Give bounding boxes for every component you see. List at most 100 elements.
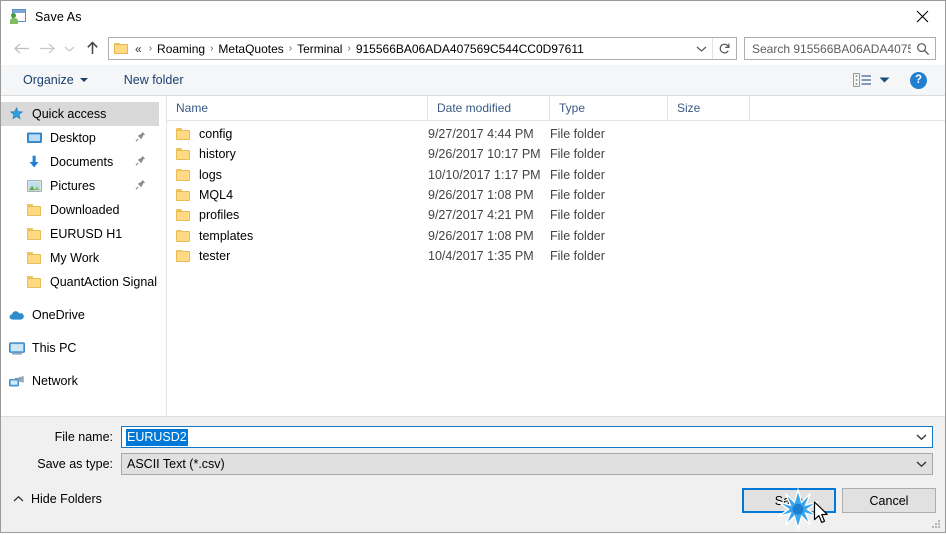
this-pc-icon — [9, 341, 27, 355]
table-row[interactable]: logs 10/10/2017 1:17 PM File folder — [167, 165, 945, 185]
sidebar-item-label: OneDrive — [32, 308, 85, 322]
close-icon[interactable] — [899, 1, 945, 31]
folder-icon — [176, 249, 191, 262]
sidebar-item-desktop[interactable]: Desktop — [1, 126, 166, 150]
folder-icon — [176, 209, 191, 222]
file-date: 9/26/2017 10:17 PM — [428, 147, 541, 162]
filetype-chevron-down-icon[interactable] — [910, 460, 932, 468]
sidebar-item-eurusd-h1[interactable]: EURUSD H1 — [1, 222, 166, 246]
file-date: 9/26/2017 1:08 PM — [428, 228, 534, 243]
filetype-select[interactable]: ASCII Text (*.csv) — [121, 453, 933, 475]
file-type: File folder — [550, 248, 605, 263]
hide-folders-button[interactable]: Hide Folders — [13, 492, 102, 506]
new-folder-button[interactable]: New folder — [118, 70, 190, 90]
filename-row: File name: EURUSD2 — [1, 426, 945, 448]
sidebar-item-this-pc[interactable]: This PC — [1, 336, 166, 360]
save-as-dialog: Save As « › Roaming › MetaQuotes › Termi… — [0, 0, 946, 533]
file-name: tester — [199, 248, 231, 263]
column-header-date-modified[interactable]: Date modified — [428, 96, 550, 120]
sidebar-item-downloaded[interactable]: Downloaded — [1, 198, 166, 222]
folder-icon — [27, 228, 45, 240]
sidebar-item-network[interactable]: Network — [1, 369, 166, 393]
search-input[interactable]: Search 915566BA06ADA40756... — [744, 37, 936, 60]
pin-icon[interactable] — [135, 155, 146, 169]
sidebar-item-my-work[interactable]: My Work — [1, 246, 166, 270]
breadcrumb-separator: › — [288, 42, 293, 54]
breadcrumb-item-instance-id[interactable]: 915566BA06ADA407569C544CC0D97611 — [355, 42, 585, 56]
sidebar-item-label: This PC — [32, 341, 77, 355]
file-name: MQL4 — [199, 188, 234, 203]
folder-icon — [176, 229, 191, 242]
help-icon[interactable]: ? — [910, 71, 927, 89]
desktop-icon — [27, 132, 45, 145]
organize-button[interactable]: Organize — [17, 70, 94, 90]
filetype-row: Save as type: ASCII Text (*.csv) — [1, 453, 945, 475]
address-chevron-down-icon[interactable] — [690, 45, 712, 53]
main-content: Quick access Desktop Documents Pictures … — [1, 96, 945, 417]
file-type: File folder — [550, 228, 605, 243]
navigation-sidebar: Quick access Desktop Documents Pictures … — [1, 96, 167, 416]
folder-icon — [27, 204, 45, 216]
command-toolbar: Organize New folder ? — [1, 65, 945, 96]
view-chevron-down-icon[interactable] — [874, 72, 894, 88]
breadcrumb-item-metaquotes[interactable]: MetaQuotes — [217, 42, 284, 56]
pin-icon[interactable] — [135, 179, 146, 193]
up-icon[interactable] — [79, 36, 105, 62]
cancel-button[interactable]: Cancel — [842, 488, 936, 513]
table-row[interactable]: profiles 9/27/2017 4:21 PM File folder — [167, 205, 945, 225]
table-row[interactable]: MQL4 9/26/2017 1:08 PM File folder — [167, 185, 945, 205]
sidebar-item-quantaction-signal[interactable]: QuantAction Signal — [1, 270, 166, 294]
sidebar-item-quick-access[interactable]: Quick access — [1, 102, 159, 126]
breadcrumb-item-roaming[interactable]: Roaming — [156, 42, 206, 56]
column-header-label: Name — [176, 101, 209, 115]
address-bar[interactable]: « › Roaming › MetaQuotes › Terminal › 91… — [108, 37, 737, 60]
file-type: File folder — [550, 167, 605, 182]
file-type: File folder — [550, 147, 605, 162]
network-icon — [9, 375, 27, 388]
sidebar-item-onedrive[interactable]: OneDrive — [1, 303, 166, 327]
hide-folders-label: Hide Folders — [31, 492, 102, 506]
column-header-name[interactable]: ⌃ Name — [167, 96, 428, 120]
folder-icon — [176, 128, 191, 141]
sidebar-item-label: Desktop — [50, 131, 96, 145]
filename-label: File name: — [54, 430, 113, 444]
sidebar-item-label: Quick access — [32, 107, 107, 121]
folder-icon — [176, 148, 191, 161]
breadcrumb-item-terminal[interactable]: Terminal — [296, 42, 343, 56]
new-folder-label: New folder — [123, 73, 184, 87]
table-row[interactable]: history 9/26/2017 10:17 PM File folder — [167, 144, 945, 164]
sort-ascending-icon: ⌃ — [298, 96, 308, 103]
column-header-type[interactable]: Type — [550, 96, 668, 120]
pin-icon[interactable] — [135, 131, 146, 145]
file-rows: config 9/27/2017 4:44 PM File folder his… — [167, 121, 945, 266]
folder-icon — [27, 252, 45, 264]
recent-locations-chevron-down-icon[interactable] — [60, 36, 79, 62]
pictures-icon — [27, 180, 45, 192]
save-button[interactable]: Save — [742, 488, 836, 513]
view-layout-icon[interactable] — [852, 72, 872, 88]
filetype-value: ASCII Text (*.csv) — [127, 457, 225, 471]
column-header-size[interactable]: Size — [668, 96, 750, 120]
sidebar-item-documents[interactable]: Documents — [1, 150, 166, 174]
breadcrumb: « › Roaming › MetaQuotes › Terminal › 91… — [134, 42, 690, 56]
filename-chevron-down-icon[interactable] — [910, 433, 932, 441]
file-list-pane: ⌃ Name Date modified Type Size config 9/… — [167, 96, 945, 416]
sidebar-item-label: QuantAction Signal — [50, 275, 158, 289]
sidebar-item-label: Documents — [50, 155, 114, 169]
filename-input[interactable]: EURUSD2 — [121, 426, 933, 448]
column-headers: ⌃ Name Date modified Type Size — [167, 96, 945, 121]
forward-icon[interactable] — [34, 36, 60, 62]
folder-icon — [27, 276, 45, 288]
breadcrumb-overflow[interactable]: « — [134, 42, 145, 56]
table-row[interactable]: tester 10/4/2017 1:35 PM File folder — [167, 246, 945, 266]
resize-grip-icon[interactable] — [930, 518, 942, 530]
search-icon[interactable] — [911, 42, 935, 56]
breadcrumb-separator: › — [347, 42, 351, 54]
table-row[interactable]: templates 9/26/2017 1:08 PM File folder — [167, 225, 945, 245]
refresh-icon[interactable] — [712, 38, 736, 59]
sidebar-item-pictures[interactable]: Pictures — [1, 174, 166, 198]
back-icon[interactable] — [8, 36, 34, 62]
table-row[interactable]: config 9/27/2017 4:44 PM File folder — [167, 124, 945, 144]
